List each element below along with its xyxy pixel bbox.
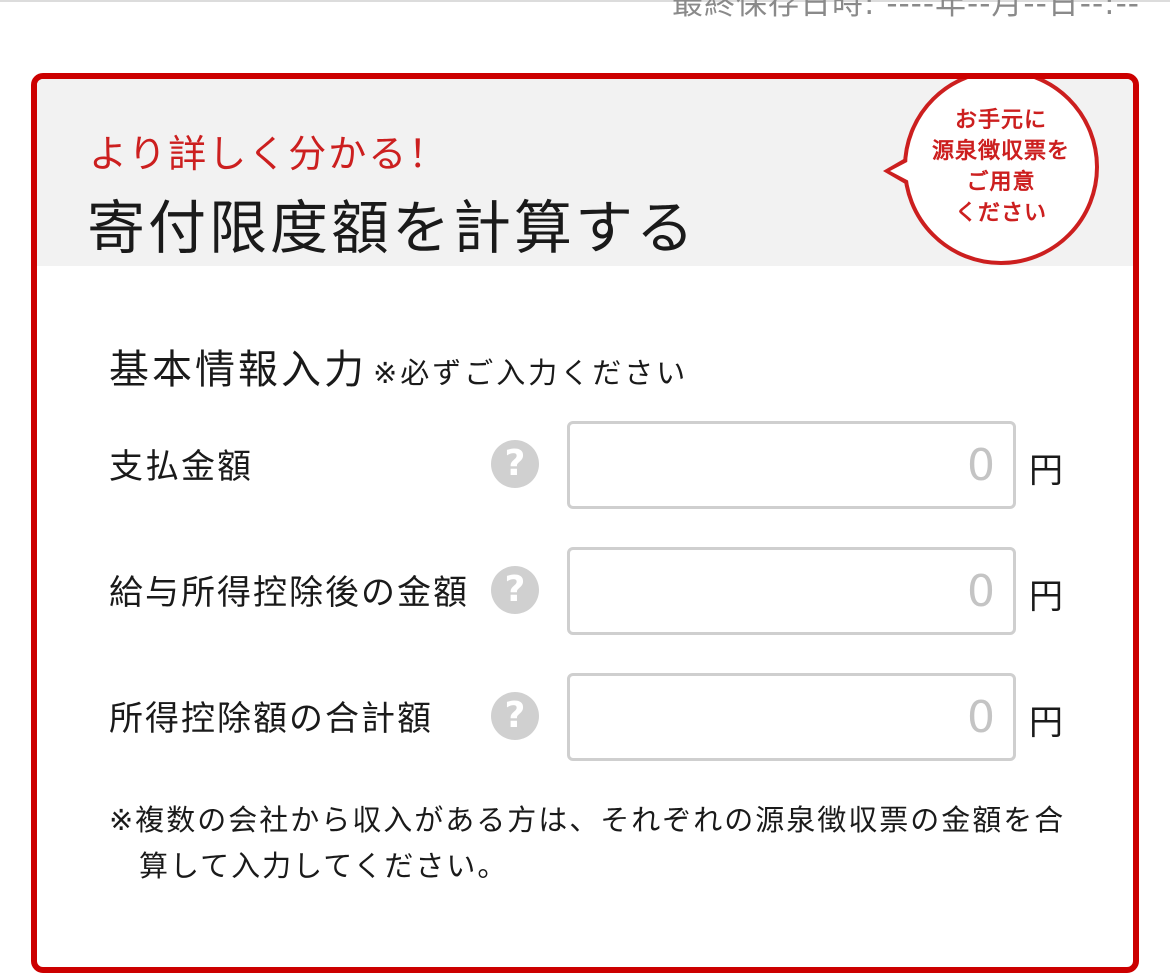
bubble-line: お手元に	[954, 108, 1047, 133]
field-row-total-income-deductions: 所得控除額の合計額 ? 円	[37, 673, 1133, 763]
payment-amount-input[interactable]	[567, 421, 1016, 509]
question-circle-icon[interactable]: ?	[491, 692, 539, 740]
yen-unit: 円	[1029, 451, 1063, 491]
question-circle-icon[interactable]: ?	[491, 440, 539, 488]
field-row-after-salary-deduction: 給与所得控除後の金額 ? 円	[37, 547, 1133, 637]
field-label: 所得控除額の合計額	[109, 699, 433, 739]
bubble-line: 源泉徴収票を	[931, 139, 1070, 164]
prepare-withholding-slip-bubble: お手元に 源泉徴収票を ご用意 ください	[903, 79, 1099, 265]
total-income-deductions-input[interactable]	[567, 673, 1016, 761]
speech-bubble-tail-fill	[890, 161, 909, 181]
after-salary-deduction-input[interactable]	[567, 547, 1016, 635]
yen-unit: 円	[1029, 703, 1063, 743]
section-title: 基本情報入力	[109, 347, 367, 393]
bubble-line: ご用意	[966, 170, 1036, 195]
question-circle-icon[interactable]: ?	[491, 566, 539, 614]
bubble-line: ください	[954, 201, 1047, 226]
basic-info-heading: 基本情報入力 ※必ずご入力ください	[109, 337, 688, 395]
multiple-employers-footnote: ※複数の会社から収入がある方は、それぞれの源泉徴収票の金額を合算して入力してくだ…	[109, 803, 1066, 883]
last-saved-time: 最終保存日時: ----年--月--日--:--	[672, 0, 1140, 22]
card-subtitle: より詳しく分かる！	[89, 132, 449, 176]
field-row-payment-amount: 支払金額 ? 円	[37, 421, 1133, 511]
field-label: 支払金額	[109, 447, 253, 487]
donation-limit-calculator-card: より詳しく分かる！ 寄付限度額を計算する お手元に 源泉徴収票を ご用意 くださ…	[31, 73, 1139, 973]
required-note: ※必ずご入力ください	[373, 356, 689, 390]
yen-unit: 円	[1029, 577, 1063, 617]
card-title: 寄付限度額を計算する	[87, 194, 698, 262]
field-label: 給与所得控除後の金額	[109, 573, 469, 613]
